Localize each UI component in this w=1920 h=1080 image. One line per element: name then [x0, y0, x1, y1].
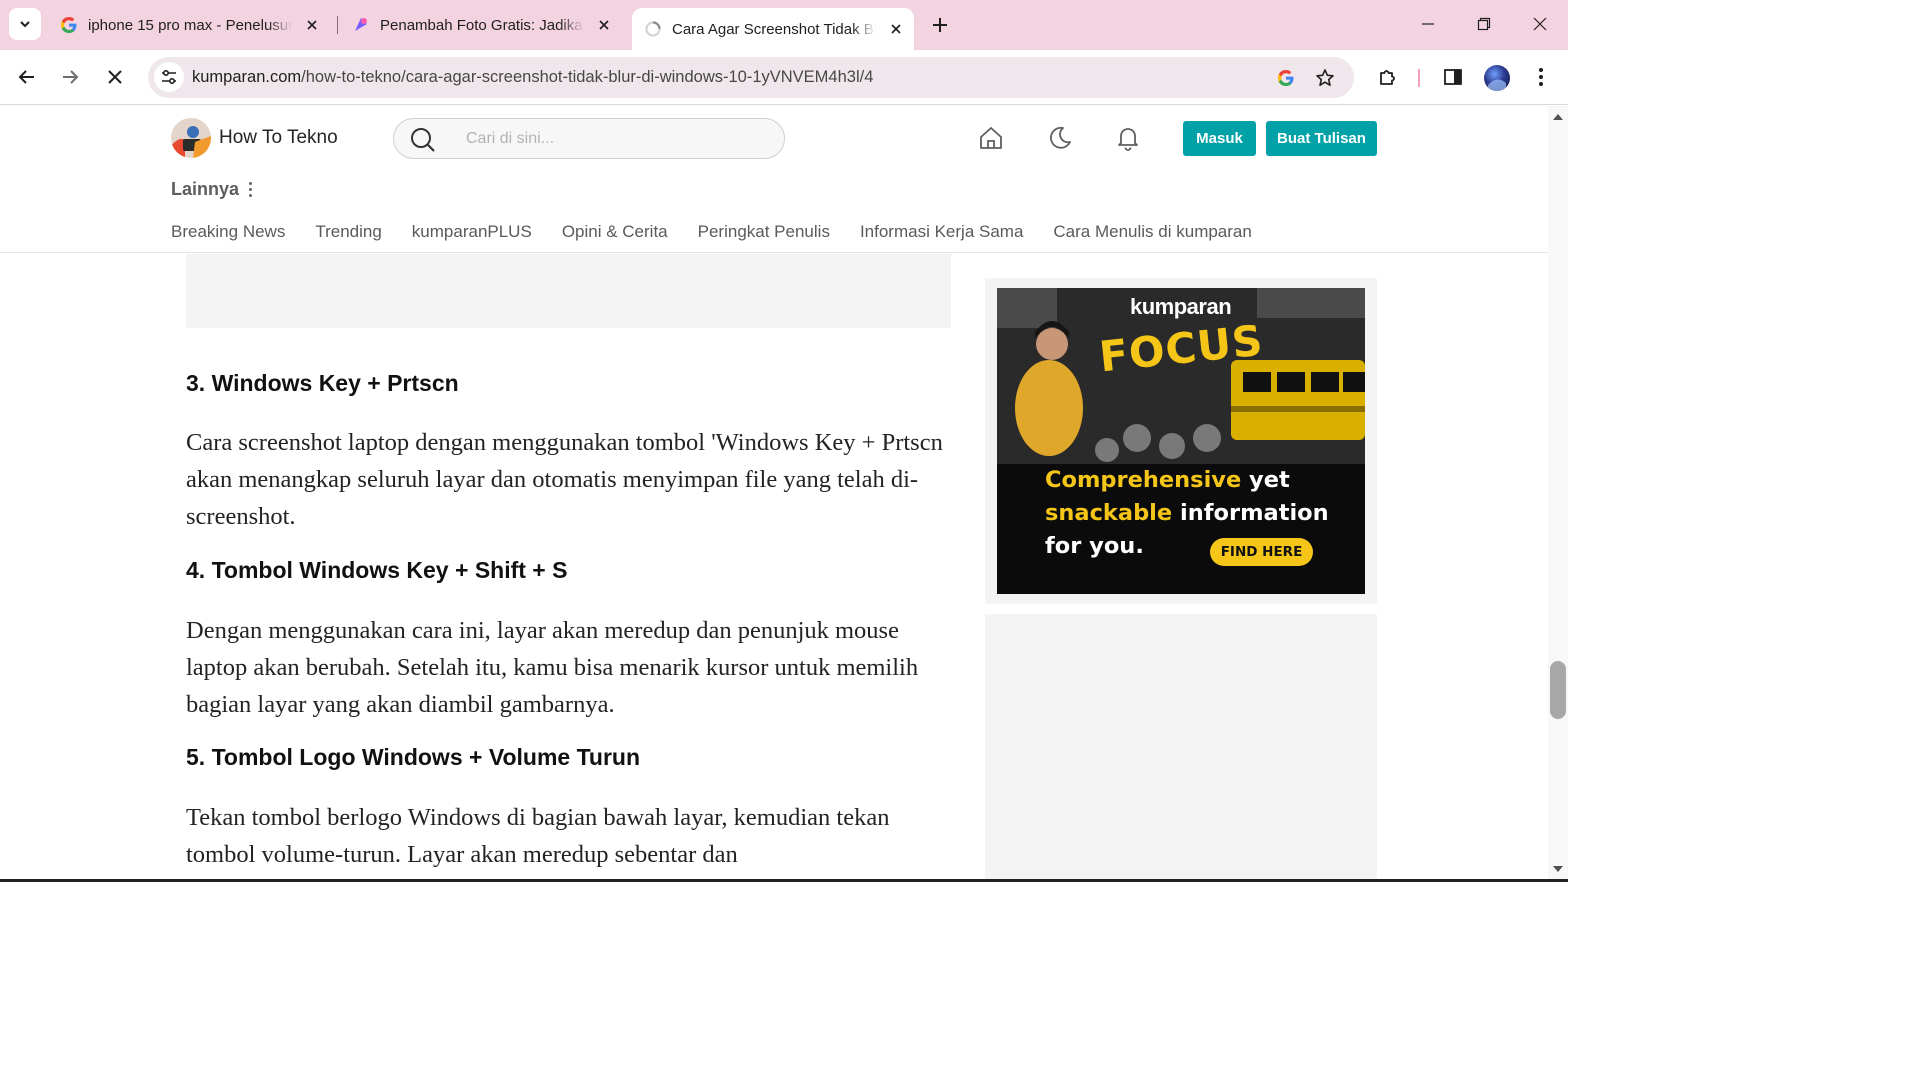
close-icon [108, 70, 122, 84]
page-viewport: How To Tekno Masuk Buat Tulisan Lainnya … [0, 106, 1548, 882]
tune-icon [162, 69, 176, 85]
write-post-button[interactable]: Buat Tulisan [1266, 121, 1377, 156]
tab-strip: iphone 15 pro max - Penelusur Penambah F… [0, 0, 1568, 50]
side-panel-button[interactable] [1436, 60, 1470, 94]
page-scrollbar[interactable] [1548, 106, 1568, 882]
more-menu-label: Lainnya [171, 179, 240, 199]
more-vert-icon [1539, 68, 1543, 86]
close-icon [1533, 17, 1547, 31]
nav-item-peringkat-penulis[interactable]: Peringkat Penulis [698, 222, 830, 242]
toolbar-divider [1418, 69, 1420, 87]
site-logo[interactable] [171, 118, 211, 158]
scrollbar-thumb[interactable] [1550, 661, 1566, 719]
moon-icon [1050, 126, 1071, 149]
url-path: /how-to-tekno/cara-agar-screenshot-tidak… [301, 68, 874, 86]
close-icon[interactable] [886, 19, 906, 39]
embedded-content-placeholder [186, 254, 951, 328]
scroll-up-arrow[interactable] [1553, 114, 1563, 120]
notifications-button[interactable] [1113, 123, 1143, 153]
tab-title: Penambah Foto Gratis: Jadikan [380, 16, 584, 34]
article-paragraph: Dengan menggunakan cara ini, layar akan … [186, 617, 919, 718]
dark-mode-button[interactable] [1045, 123, 1075, 153]
profile-avatar[interactable] [1484, 65, 1510, 91]
ad-cta-button[interactable]: FIND HERE [1210, 538, 1313, 566]
loading-icon [644, 20, 662, 38]
scroll-down-arrow[interactable] [1553, 866, 1563, 872]
menu-button[interactable] [1524, 60, 1558, 94]
search-icon [411, 128, 435, 152]
article-subheading: 3. Windows Key + Prtscn [186, 370, 459, 396]
arrow-right-icon [63, 70, 79, 84]
home-icon [980, 127, 1002, 149]
nav-item-opini-cerita[interactable]: Opini & Cerita [562, 222, 668, 242]
new-tab-button[interactable] [926, 11, 954, 39]
tab-search-button[interactable] [9, 8, 41, 40]
chevron-down-icon [20, 21, 30, 28]
header-divider [0, 252, 1548, 253]
tab-picsart[interactable]: Penambah Foto Gratis: Jadikan [340, 0, 630, 50]
article-subheading: 5. Tombol Logo Windows + Volume Turun [186, 744, 641, 770]
arrow-left-icon [18, 70, 34, 84]
login-button[interactable]: Masuk [1183, 121, 1256, 156]
nav-item-trending[interactable]: Trending [315, 222, 381, 242]
article-paragraph: Cara screenshot laptop dengan menggunaka… [186, 429, 943, 530]
browser-toolbar: kumparan.com/how-to-tekno/cara-agar-scre… [0, 50, 1568, 105]
window-bottom-edge [0, 879, 1568, 882]
nav-item-breaking-news[interactable]: Breaking News [171, 222, 285, 242]
url-text[interactable]: kumparan.com/how-to-tekno/cara-agar-scre… [192, 68, 873, 87]
extensions-button[interactable] [1370, 60, 1404, 94]
more-menu[interactable]: Lainnya [171, 179, 253, 200]
stop-loading-button[interactable] [98, 60, 132, 94]
picsart-icon [352, 16, 370, 34]
article-subheading: 4. Tombol Windows Key + Shift + S [186, 557, 568, 583]
search-input[interactable] [466, 128, 766, 150]
tab-title: Cara Agar Screenshot Tidak Blu [672, 20, 876, 38]
side-panel-icon [1444, 69, 1462, 85]
bell-icon [1118, 128, 1138, 151]
nav-item-cara-menulis[interactable]: Cara Menulis di kumparan [1053, 222, 1251, 242]
ad-brand: kumparan [1130, 294, 1232, 319]
address-bar[interactable]: kumparan.com/how-to-tekno/cara-agar-scre… [148, 57, 1354, 98]
tab-separator [337, 16, 338, 34]
home-button[interactable] [976, 123, 1006, 153]
google-lens-button[interactable] [1271, 63, 1301, 93]
sidebar-ad-slot [985, 614, 1377, 882]
star-icon [1316, 69, 1334, 86]
tab-title: iphone 15 pro max - Penelusur [88, 16, 292, 34]
minimize-button[interactable] [1400, 0, 1456, 48]
url-host: kumparan.com [192, 68, 302, 86]
plus-icon [933, 18, 947, 32]
site-name[interactable]: How To Tekno [219, 127, 338, 149]
close-window-button[interactable] [1512, 0, 1568, 48]
site-search-box[interactable] [393, 118, 785, 159]
close-icon[interactable] [594, 15, 614, 35]
article-paragraph: Tekan tombol berlogo Windows di bagian b… [186, 804, 890, 868]
nav-item-informasi-kerja-sama[interactable]: Informasi Kerja Sama [860, 222, 1023, 242]
tab-google-search[interactable]: iphone 15 pro max - Penelusur [48, 0, 338, 50]
nav-item-kumparanplus[interactable]: kumparanPLUS [412, 222, 532, 242]
bookmark-button[interactable] [1310, 63, 1340, 93]
more-vert-icon [249, 182, 253, 197]
restore-icon [1477, 17, 1491, 31]
tab-active-kumparan[interactable]: Cara Agar Screenshot Tidak Blu [632, 8, 914, 50]
category-nav: Breaking News Trending kumparanPLUS Opin… [171, 222, 1252, 242]
close-icon[interactable] [302, 15, 322, 35]
kumparan-focus-ad[interactable]: kumparan FOCUS Comprehensive yet snackab… [997, 288, 1365, 594]
restore-button[interactable] [1456, 0, 1512, 48]
site-info-button[interactable] [154, 62, 184, 92]
forward-button[interactable] [53, 60, 87, 94]
minimize-icon [1422, 23, 1434, 25]
ad-highlight: Comprehensive [1045, 467, 1242, 493]
google-g-icon [1278, 70, 1294, 86]
ad-highlight: snackable [1045, 500, 1173, 526]
google-g-icon [60, 16, 78, 34]
back-button[interactable] [10, 60, 44, 94]
puzzle-icon [1380, 70, 1395, 85]
ad-text-fragment: yet [1241, 467, 1290, 493]
ad-text-fragment: information [1172, 500, 1329, 526]
